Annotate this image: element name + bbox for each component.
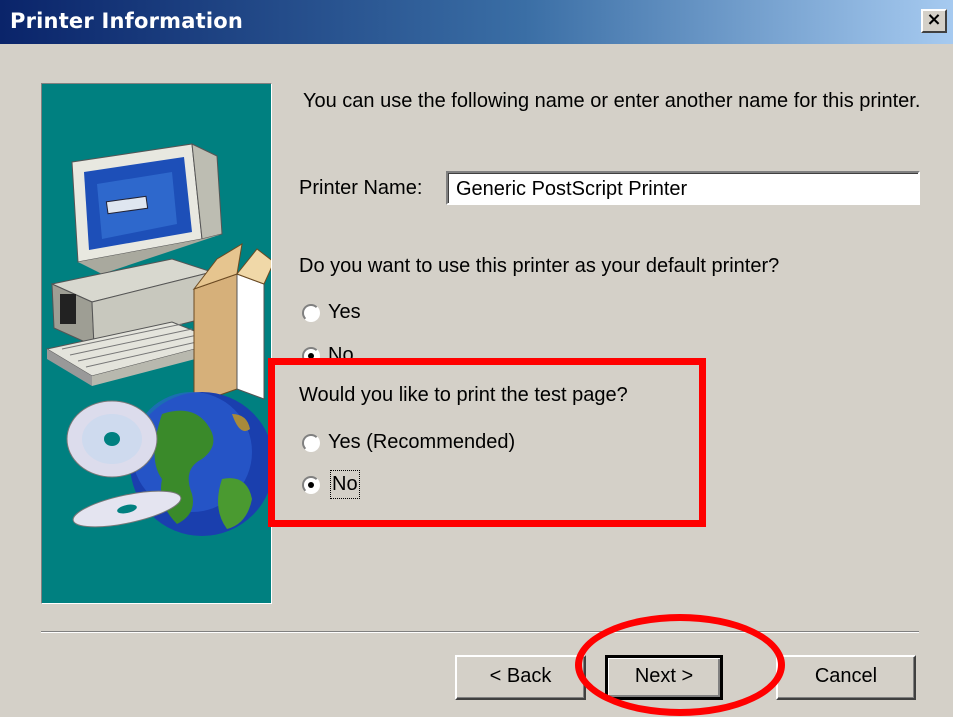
window-title: Printer Information [10, 9, 243, 33]
next-button[interactable]: Next > [605, 655, 723, 700]
test-page-question: Would you like to print the test page? [299, 384, 628, 406]
printer-name-input[interactable]: Generic PostScript Printer [446, 171, 920, 205]
default-printer-question: Do you want to use this printer as your … [299, 255, 780, 277]
test-no-label: No [330, 470, 360, 499]
close-icon: × [926, 9, 942, 30]
test-yes-label: Yes (Recommended) [328, 431, 516, 453]
title-bar: Printer Information × [0, 0, 953, 44]
default-yes-label: Yes [328, 301, 361, 323]
close-button[interactable]: × [921, 9, 947, 33]
monitor-icon [71, 143, 223, 274]
computer-globe-illustration [45, 143, 275, 536]
box-icon [192, 243, 275, 405]
cancel-button[interactable]: Cancel [776, 655, 916, 700]
separator-highlight [41, 632, 919, 633]
radio-button[interactable] [302, 476, 320, 494]
back-button[interactable]: < Back [455, 655, 586, 700]
radio-button[interactable] [302, 347, 320, 365]
intro-text: You can use the following name or enter … [303, 90, 921, 112]
radio-button[interactable] [302, 434, 320, 452]
radio-button[interactable] [302, 304, 320, 322]
default-no-label: No [328, 344, 354, 366]
printer-name-label: Printer Name: [299, 177, 423, 199]
wizard-artwork [41, 83, 275, 604]
